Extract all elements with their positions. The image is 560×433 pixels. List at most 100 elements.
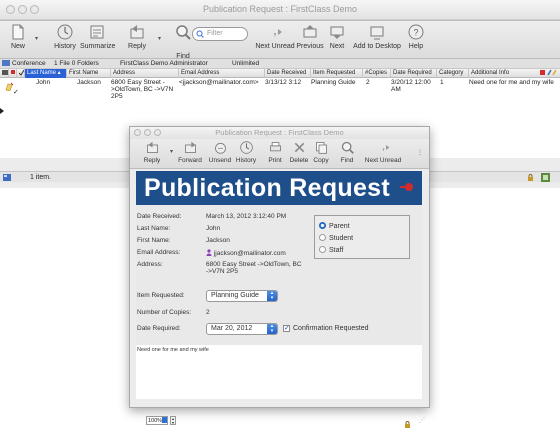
doc-forward-button[interactable]: Forward	[178, 140, 202, 164]
add-to-desktop-icon	[370, 26, 384, 40]
body-text: Need one for me and my wife	[137, 347, 209, 353]
doc-reply-dropdown-arrow[interactable]: ▾	[170, 148, 173, 155]
next-unread-button[interactable]: Next Unread	[255, 23, 295, 50]
cell-date-required: 3/20/12 12:00 AM	[391, 79, 431, 93]
main-window-titlebar: Publication Request : FirstClass Demo	[0, 0, 560, 20]
new-dropdown-arrow[interactable]: ▾	[35, 35, 38, 42]
previous-label: Previous	[296, 43, 324, 50]
delete-icon	[294, 142, 304, 153]
help-icon: ?	[408, 24, 424, 40]
reply-button[interactable]: Reply	[124, 23, 150, 50]
address-label: Address:	[137, 261, 163, 268]
copy-icon	[315, 142, 327, 154]
unsend-icon	[214, 142, 226, 154]
last-name-value[interactable]: John	[206, 225, 220, 233]
column-icon[interactable]	[0, 69, 8, 78]
radio-selected-icon	[319, 222, 326, 229]
document-toolbar: Reply ▾ Forward Unsend History Print Del…	[130, 139, 429, 169]
doc-forward-label: Forward	[178, 157, 202, 164]
doc-print-button[interactable]: Print	[266, 140, 284, 164]
previous-button[interactable]: Previous	[295, 23, 325, 50]
doc-reply-button[interactable]: Reply	[142, 140, 162, 164]
doc-next-unread-button[interactable]: Next Unread	[364, 140, 402, 164]
column-flag[interactable]	[8, 69, 16, 78]
column-options[interactable]	[536, 69, 560, 78]
doc-find-label: Find	[340, 157, 354, 164]
next-label: Next	[329, 43, 345, 50]
column-date-received[interactable]: Date Received	[264, 69, 310, 78]
confirmation-checkbox[interactable]: ✓	[283, 325, 290, 332]
copies-value[interactable]: 2	[206, 309, 210, 317]
column-first-name[interactable]: First Name	[66, 69, 110, 78]
magnifier-icon	[341, 141, 354, 154]
column-tools-icon	[540, 69, 557, 76]
doc-find-button[interactable]: Find	[338, 140, 356, 164]
item-requested-label: Item Requested:	[137, 292, 185, 299]
toolbar-overflow-icon[interactable]: ⋮	[417, 149, 423, 156]
summarize-icon	[90, 25, 104, 39]
column-email-address[interactable]: Email Address	[178, 69, 264, 78]
document-titlebar: Publication Request : FirstClass Demo	[130, 127, 429, 139]
new-label: New	[10, 43, 25, 50]
summarize-button[interactable]: Summarize	[80, 23, 116, 50]
next-unread-icon	[269, 29, 282, 37]
column-item-requested[interactable]: Item Requested	[310, 69, 362, 78]
cell-category: 1	[440, 79, 444, 86]
request-form: Date Received: March 13, 2012 3:12:40 PM…	[136, 205, 422, 345]
conference-label[interactable]: Conference	[12, 59, 46, 69]
column-copies[interactable]: #Copies	[362, 69, 390, 78]
main-window-title: Publication Request : FirstClass Demo	[202, 4, 358, 14]
radio-staff[interactable]: Staff	[319, 246, 343, 254]
reply-icon	[146, 141, 158, 153]
email-label: Email Address:	[137, 249, 181, 256]
doc-history-button[interactable]: History	[234, 140, 258, 164]
column-date-required[interactable]: Date Required	[390, 69, 436, 78]
cell-last-name: John	[36, 79, 51, 86]
select-arrows-icon: ▴ ▾	[267, 291, 277, 301]
email-value[interactable]: jjackson@mailinator.com	[206, 249, 286, 258]
first-name-value[interactable]: Jackson	[206, 237, 230, 245]
selection-pointer-icon	[0, 108, 4, 114]
help-label: Help	[408, 43, 424, 50]
column-address[interactable]: Address	[110, 69, 178, 78]
column-last-name[interactable]: Last Name ▴	[24, 69, 66, 78]
confirmation-label: Confirmation Requested	[293, 325, 369, 332]
radio-parent[interactable]: Parent	[319, 222, 350, 230]
previous-icon	[303, 25, 317, 38]
address-line2[interactable]: ->V7N 2P5	[206, 268, 238, 276]
zoom-dropdown-icon	[162, 417, 167, 423]
message-body[interactable]: Need one for me and my wife	[136, 345, 422, 399]
radio-empty-icon	[319, 234, 326, 241]
next-button[interactable]: Next	[326, 23, 348, 50]
item-requested-select[interactable]: Planning Guide ▴ ▾	[206, 290, 278, 302]
reply-label: Reply	[128, 43, 146, 50]
summarize-label: Summarize	[80, 43, 116, 50]
resize-grip-icon[interactable]: ⋰	[419, 417, 425, 424]
first-name-label: First Name:	[137, 237, 171, 244]
quota-label: Unlimited	[232, 60, 260, 67]
doc-unsend-label: Unsend	[208, 157, 232, 164]
role-radio-group: Parent Student Staff	[314, 215, 410, 259]
doc-copy-button[interactable]: Copy	[312, 140, 330, 164]
publication-request-window: Publication Request : FirstClass Demo Re…	[129, 126, 430, 428]
cell-item-requested: Planning Guide	[311, 79, 356, 86]
filter-input[interactable]: Filter	[192, 27, 248, 41]
zoom-stepper[interactable]: ▴ ▾	[170, 416, 176, 425]
history-label: History	[54, 43, 76, 50]
column-additional-info[interactable]: Additional Info	[468, 69, 546, 78]
add-to-desktop-label: Add to Desktop	[353, 43, 401, 50]
reply-dropdown-arrow[interactable]: ▾	[158, 35, 161, 42]
new-button[interactable]: New	[6, 23, 30, 50]
radio-student[interactable]: Student	[319, 234, 353, 242]
date-required-picker[interactable]: Mar 20, 2012 ▴ ▾	[206, 323, 278, 335]
doc-delete-button[interactable]: Delete	[288, 140, 310, 164]
doc-unsend-button[interactable]: Unsend	[208, 140, 232, 164]
column-category[interactable]: Category	[436, 69, 468, 78]
find-button[interactable]: Find	[172, 23, 194, 60]
add-to-desktop-button[interactable]: Add to Desktop	[352, 23, 402, 50]
column-attachment[interactable]	[16, 69, 25, 78]
help-button[interactable]: ? Help	[405, 23, 427, 50]
table-row[interactable]: ✓ John Jackson 6800 Easy Street - >OldTo…	[0, 78, 560, 100]
history-button[interactable]: History	[52, 23, 78, 50]
svg-text:?: ?	[413, 28, 418, 38]
